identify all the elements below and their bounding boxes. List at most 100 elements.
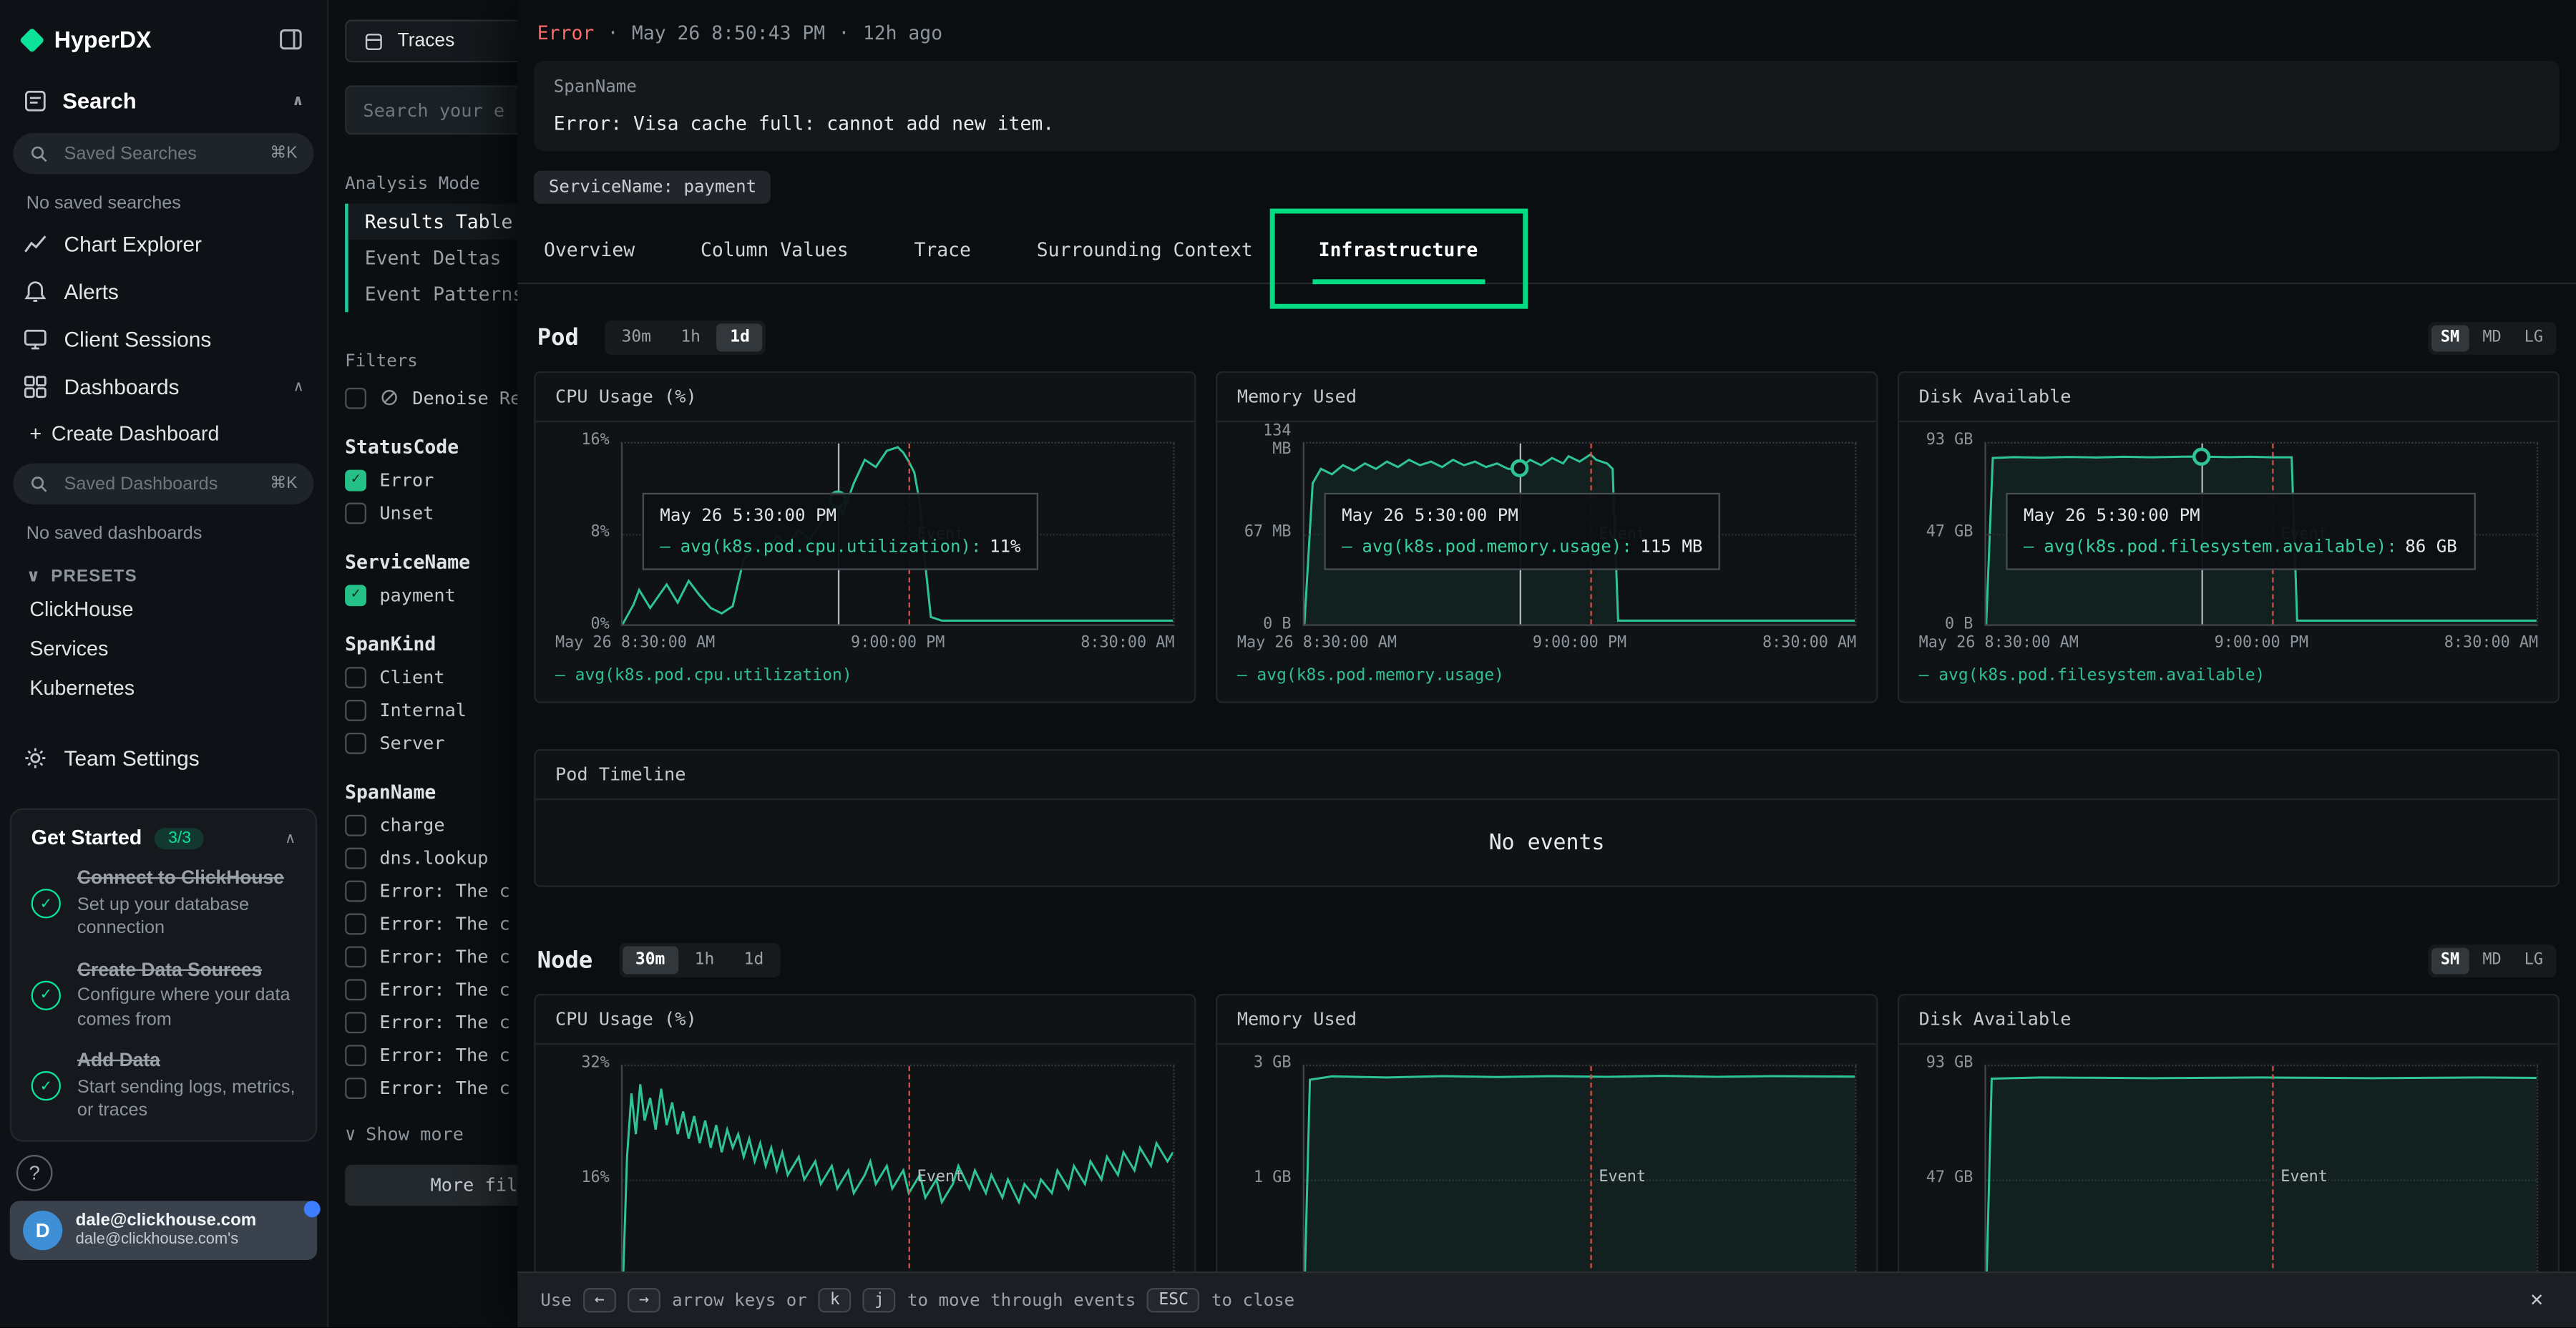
preset-kubernetes[interactable]: Kubernetes bbox=[10, 668, 317, 708]
event-marker-label: Event bbox=[1599, 1168, 1646, 1186]
close-icon[interactable]: ✕ bbox=[2520, 1286, 2553, 1314]
event-marker-line bbox=[909, 1066, 910, 1293]
sidebar-item-team-settings[interactable]: Team Settings bbox=[10, 734, 317, 782]
node-range-1d[interactable]: 1d bbox=[731, 946, 776, 974]
saved-dashboards-search[interactable]: ⌘K bbox=[13, 463, 313, 504]
node-size-group: SM MD LG bbox=[2428, 944, 2557, 977]
user-menu[interactable]: D dale@clickhouse.com dale@clickhouse.co… bbox=[10, 1200, 317, 1259]
checkbox[interactable] bbox=[345, 387, 366, 409]
filter-option-label: Error: The c bbox=[379, 945, 509, 967]
saved-searches-search[interactable]: ⌘K bbox=[13, 133, 313, 174]
node-range-1h[interactable]: 1h bbox=[681, 946, 727, 974]
severity-badge: Error bbox=[537, 21, 594, 44]
tab-infrastructure[interactable]: Infrastructure bbox=[1315, 220, 1481, 283]
plus-icon: + bbox=[29, 422, 42, 445]
chart-legend: —avg(k8s.pod.filesystem.available) bbox=[1919, 667, 2539, 685]
pod-cpu-chart-card: CPU Usage (%) 16%8%0% May 26 5:30:00 PM … bbox=[534, 371, 1196, 703]
no-saved-dashboards-note: No saved dashboards bbox=[10, 511, 317, 550]
sidebar-item-dashboards[interactable]: Dashboards ∧ bbox=[10, 363, 317, 411]
sidebar-item-client-sessions[interactable]: Client Sessions bbox=[10, 316, 317, 363]
checkbox[interactable] bbox=[345, 814, 366, 836]
pod-size-sm[interactable]: SM bbox=[2431, 324, 2469, 351]
tab-surrounding-context[interactable]: Surrounding Context bbox=[1033, 220, 1256, 283]
sidebar-item-alerts[interactable]: Alerts bbox=[10, 268, 317, 316]
chart-title: CPU Usage (%) bbox=[535, 373, 1194, 422]
pod-range-30m[interactable]: 30m bbox=[608, 323, 664, 351]
chart-plot[interactable]: Event bbox=[1984, 1065, 2538, 1294]
no-saved-searches-note: No saved searches bbox=[10, 181, 317, 220]
esc-key: ESC bbox=[1147, 1288, 1200, 1312]
help-button[interactable]: ? bbox=[16, 1154, 53, 1191]
hyperdx-app: HyperDX Search ∧ ⌘K No saved searches Ch bbox=[0, 0, 2576, 1327]
chart-plot[interactable]: May 26 5:30:00 PM —avg(k8s.pod.memory.us… bbox=[1303, 442, 1857, 626]
user-org: dale@clickhouse.com's bbox=[76, 1231, 257, 1249]
progress-badge: 3/3 bbox=[155, 827, 205, 849]
chart-icon bbox=[23, 232, 47, 256]
sidebar: HyperDX Search ∧ ⌘K No saved searches Ch bbox=[0, 0, 328, 1327]
checkbox[interactable] bbox=[345, 732, 366, 753]
sidebar-item-chart-explorer[interactable]: Chart Explorer bbox=[10, 220, 317, 268]
saved-searches-input[interactable] bbox=[61, 142, 258, 165]
saved-dashboards-input[interactable] bbox=[61, 472, 258, 495]
checkbox[interactable] bbox=[345, 912, 366, 934]
tab-trace[interactable]: Trace bbox=[911, 220, 975, 283]
sidebar-section-search[interactable]: Search ∧ bbox=[10, 69, 317, 126]
chart-plot[interactable]: Event bbox=[621, 1065, 1175, 1294]
preset-services[interactable]: Services bbox=[10, 629, 317, 668]
checkbox-checked[interactable]: ✓ bbox=[345, 584, 366, 605]
create-dashboard-button[interactable]: + Create Dashboard bbox=[10, 411, 317, 456]
tab-column-values[interactable]: Column Values bbox=[697, 220, 852, 283]
checkbox[interactable] bbox=[345, 1011, 366, 1032]
checkbox[interactable] bbox=[345, 1044, 366, 1065]
checkbox[interactable] bbox=[345, 847, 366, 869]
pod-size-group: SM MD LG bbox=[2428, 321, 2557, 354]
chevron-up-icon[interactable]: ∧ bbox=[285, 829, 296, 846]
node-size-lg[interactable]: LG bbox=[2514, 947, 2553, 974]
arrow-left-key: ← bbox=[583, 1288, 616, 1312]
chart-tooltip: May 26 5:30:00 PM —avg(k8s.pod.memory.us… bbox=[1324, 492, 1721, 570]
get-started-header[interactable]: Get Started 3/3 ∧ bbox=[31, 826, 296, 849]
checkbox[interactable] bbox=[345, 666, 366, 688]
checkbox[interactable] bbox=[345, 945, 366, 967]
chevron-up-icon[interactable]: ∧ bbox=[292, 92, 304, 110]
collapse-sidebar-icon[interactable] bbox=[278, 26, 304, 53]
y-axis-labels: 16%8%0% bbox=[555, 442, 621, 626]
chart-plot[interactable]: May 26 5:30:00 PM —avg(k8s.pod.cpu.utili… bbox=[621, 442, 1175, 626]
filter-option-label: Unset bbox=[379, 502, 434, 523]
node-size-sm[interactable]: SM bbox=[2431, 947, 2469, 974]
node-size-md[interactable]: MD bbox=[2473, 947, 2512, 974]
keyboard-hints-bar: Use ← → arrow keys or k j to move throug… bbox=[517, 1271, 2576, 1327]
checkbox[interactable] bbox=[345, 502, 366, 523]
checkbox-checked[interactable]: ✓ bbox=[345, 469, 366, 490]
pod-size-md[interactable]: MD bbox=[2473, 324, 2512, 351]
pod-size-lg[interactable]: LG bbox=[2514, 324, 2553, 351]
chart-title: Disk Available bbox=[1899, 995, 2558, 1045]
get-started-item[interactable]: ✓ Add Data Start sending logs, metrics, … bbox=[31, 1050, 296, 1123]
service-name-tag[interactable]: ServiceName: payment bbox=[534, 171, 771, 204]
drawer-tabs: Overview Column Values Trace Surrounding… bbox=[517, 220, 2576, 285]
span-name-label: SpanName bbox=[554, 77, 2540, 97]
get-started-item[interactable]: ✓ Connect to ClickHouse Set up your data… bbox=[31, 867, 296, 940]
checkbox[interactable] bbox=[345, 1077, 366, 1098]
chevron-up-icon[interactable]: ∧ bbox=[293, 378, 304, 396]
event-marker-label: Event bbox=[2280, 1168, 2328, 1186]
node-range-30m[interactable]: 30m bbox=[623, 946, 678, 974]
tab-overview[interactable]: Overview bbox=[540, 220, 638, 283]
chart-plot[interactable]: Event bbox=[1303, 1065, 1857, 1294]
pod-range-1d[interactable]: 1d bbox=[717, 323, 763, 351]
filter-option-label: Error: The c bbox=[379, 879, 509, 901]
filter-option-label: Error bbox=[379, 469, 434, 490]
chart-plot[interactable]: May 26 5:30:00 PM —avg(k8s.pod.filesyste… bbox=[1984, 442, 2538, 626]
filter-option-label: Error: The c bbox=[379, 1044, 509, 1065]
notification-dot bbox=[304, 1200, 321, 1216]
span-name-value: Error: Visa cache full: cannot add new i… bbox=[554, 112, 2540, 135]
pod-range-1h[interactable]: 1h bbox=[668, 323, 713, 351]
checkbox[interactable] bbox=[345, 699, 366, 721]
check-circle-icon: ✓ bbox=[31, 889, 61, 919]
checkbox[interactable] bbox=[345, 978, 366, 1000]
get-started-item[interactable]: ✓ Create Data Sources Configure where yo… bbox=[31, 959, 296, 1032]
presets-header[interactable]: ∨ PRESETS bbox=[10, 550, 317, 590]
checkbox[interactable] bbox=[345, 879, 366, 901]
preset-clickhouse[interactable]: ClickHouse bbox=[10, 590, 317, 629]
hover-point bbox=[1510, 460, 1528, 478]
